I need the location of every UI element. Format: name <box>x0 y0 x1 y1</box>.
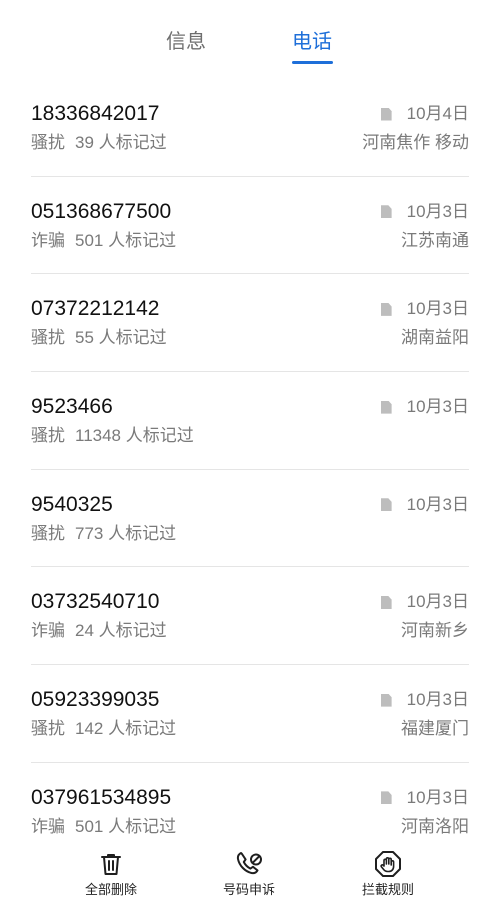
hand-stop-icon <box>375 851 401 877</box>
sim-card-icon <box>380 498 392 512</box>
call-type: 骚扰 <box>31 328 65 348</box>
date-text: 10月3日 <box>406 592 469 612</box>
phone-number: 051368677500 <box>31 199 172 223</box>
call-tag: 骚扰 55 人标记过 <box>31 326 167 350</box>
call-location: 江苏南通 <box>401 230 469 250</box>
tab-calls[interactable]: 电话 <box>292 28 332 56</box>
phone-number: 9540325 <box>31 492 113 516</box>
call-tag: 骚扰 11348 人标记过 <box>31 424 194 448</box>
phone-number: 9523466 <box>31 395 113 419</box>
call-date: 10月3日 <box>380 589 469 615</box>
number-appeal-label: 号码申诉 <box>222 882 275 897</box>
call-type: 诈骗 <box>31 816 65 836</box>
call-type: 骚扰 <box>31 426 65 446</box>
blocked-calls-list: 18336842017 骚扰 39 人标记过 10月4日 河南焦作 移动 0513… <box>31 79 469 861</box>
call-date: 10月4日 <box>380 101 469 127</box>
call-type: 诈骗 <box>31 230 65 250</box>
date-text: 10月4日 <box>406 104 469 123</box>
call-row[interactable]: 051368677500 诈骗 501 人标记过 10月3日 江苏南通 <box>31 177 469 275</box>
marked-count: 773 人标记过 <box>75 523 177 543</box>
call-type: 诈骗 <box>31 621 65 641</box>
call-date: 10月3日 <box>380 296 469 322</box>
call-tag: 骚扰 142 人标记过 <box>31 717 176 741</box>
date-text: 10月3日 <box>406 494 469 514</box>
call-tag: 诈骗 24 人标记过 <box>31 619 167 643</box>
delete-all-label: 全部删除 <box>84 882 137 897</box>
date-text: 10月3日 <box>406 299 469 319</box>
call-tag: 骚扰 773 人标记过 <box>31 522 176 546</box>
sim-card-icon <box>380 302 392 316</box>
call-row[interactable]: 07372212142 骚扰 55 人标记过 10月3日 湖南益阳 <box>31 274 469 373</box>
tab-bar: 信息 电话 <box>0 0 500 70</box>
marked-count: 501 人标记过 <box>75 230 177 250</box>
sim-card-icon <box>380 400 392 414</box>
date-text: 10月3日 <box>406 787 469 807</box>
date-text: 10月3日 <box>406 201 469 221</box>
sim-card-icon <box>380 791 392 805</box>
call-row[interactable]: 03732540710 诈骗 24 人标记过 10月3日 河南新乡 <box>31 567 469 666</box>
block-rules-button[interactable]: 拦截规则 <box>328 850 448 898</box>
marked-count: 55 人标记过 <box>75 328 167 348</box>
call-location: 河南焦作 移动 <box>362 133 469 152</box>
call-date: 10月3日 <box>380 199 469 225</box>
call-date: 10月3日 <box>380 394 469 420</box>
marked-count: 501 人标记过 <box>75 816 177 836</box>
date-text: 10月3日 <box>406 690 469 710</box>
call-row[interactable]: 9523466 骚扰 11348 人标记过 10月3日 <box>31 372 469 470</box>
sim-card-icon <box>380 205 392 219</box>
phone-number: 18336842017 <box>31 102 160 125</box>
call-type: 骚扰 <box>31 719 65 739</box>
marked-count: 11348 人标记过 <box>75 426 194 446</box>
phone-number: 05923399035 <box>31 688 160 712</box>
sim-card-icon <box>380 693 392 707</box>
call-location: 福建厦门 <box>401 719 469 739</box>
phone-appeal-icon <box>236 852 262 875</box>
call-row[interactable]: 18336842017 骚扰 39 人标记过 10月4日 河南焦作 移动 <box>31 79 469 177</box>
block-rules-label: 拦截规则 <box>361 882 414 897</box>
sim-card-icon <box>380 107 392 121</box>
trash-icon <box>101 854 121 875</box>
call-type: 骚扰 <box>31 133 65 152</box>
call-location: 河南洛阳 <box>401 816 469 836</box>
date-text: 10月3日 <box>406 397 469 417</box>
call-tag: 诈骗 501 人标记过 <box>31 815 176 839</box>
phone-number: 03732540710 <box>31 590 160 614</box>
sim-card-icon <box>380 595 392 609</box>
call-row[interactable]: 05923399035 骚扰 142 人标记过 10月3日 福建厦门 <box>31 665 469 763</box>
phone-number: 037961534895 <box>31 785 172 809</box>
active-tab-indicator <box>292 61 333 64</box>
call-location: 湖南益阳 <box>401 328 469 348</box>
call-date: 10月3日 <box>380 492 469 518</box>
marked-count: 39 人标记过 <box>75 133 167 152</box>
call-date: 10月3日 <box>380 687 469 713</box>
call-tag: 诈骗 501 人标记过 <box>31 229 176 253</box>
marked-count: 142 人标记过 <box>75 719 177 739</box>
call-type: 骚扰 <box>31 523 65 543</box>
marked-count: 24 人标记过 <box>75 621 167 641</box>
call-location: 河南新乡 <box>401 621 469 641</box>
call-date: 10月3日 <box>380 785 469 811</box>
phone-number: 07372212142 <box>31 297 160 321</box>
number-appeal-button[interactable]: 号码申诉 <box>189 850 309 898</box>
delete-all-button[interactable]: 全部删除 <box>51 850 171 898</box>
tab-messages[interactable]: 信息 <box>166 28 206 56</box>
bottom-action-bar: 全部删除 号码申诉 拦截规则 <box>0 842 500 902</box>
call-tag: 骚扰 39 人标记过 <box>31 131 167 155</box>
call-row[interactable]: 9540325 骚扰 773 人标记过 10月3日 <box>31 470 469 568</box>
